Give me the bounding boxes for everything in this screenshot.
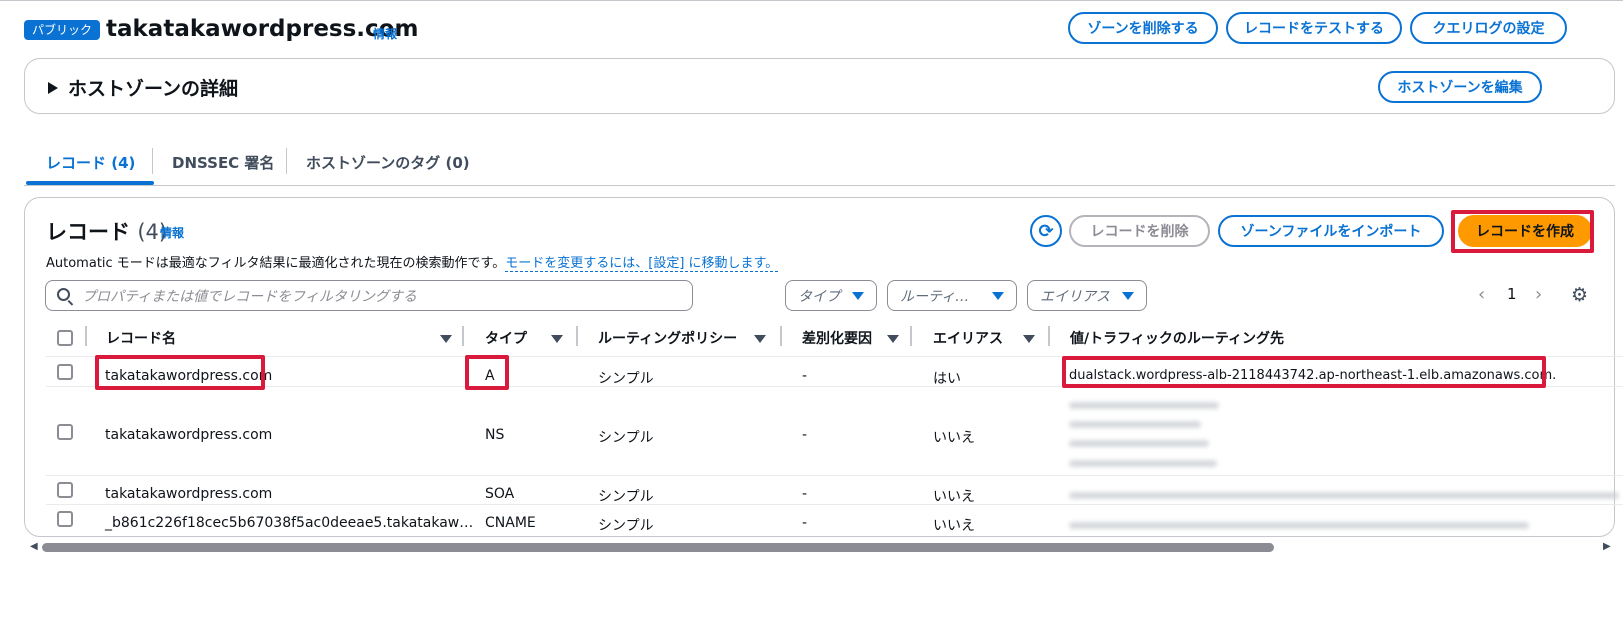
details-panel xyxy=(24,58,1615,114)
records-title-text: レコード xyxy=(46,220,130,244)
record-alias: はい xyxy=(933,371,961,387)
row-divider xyxy=(46,504,1623,505)
column-header-name[interactable]: レコード名 xyxy=(106,328,176,348)
sort-icon[interactable] xyxy=(754,335,766,343)
record-type: NS xyxy=(485,427,505,443)
column-header-differentiator[interactable]: 差別化要因 xyxy=(802,328,872,348)
redacted-value xyxy=(1069,421,1201,428)
column-header-type[interactable]: タイプ xyxy=(485,328,527,348)
sort-icon[interactable] xyxy=(440,335,452,343)
settings-link[interactable]: モードを変更するには、[設定] に移動します。 xyxy=(505,256,779,272)
records-title: レコード (4) xyxy=(46,216,167,246)
search-input[interactable]: プロパティまたは値でレコードをフィルタリングする xyxy=(45,280,693,311)
delete-record-button[interactable]: レコードを削除 xyxy=(1069,215,1210,247)
gear-icon[interactable]: ⚙ xyxy=(1571,284,1588,306)
redacted-value xyxy=(1069,440,1209,447)
type-filter-label: タイプ xyxy=(798,288,840,305)
row-checkbox[interactable] xyxy=(57,482,73,498)
column-divider xyxy=(576,326,578,346)
record-alias: いいえ xyxy=(933,430,975,446)
row-checkbox[interactable] xyxy=(57,424,73,440)
record-alias: いいえ xyxy=(933,489,975,505)
prev-page-icon[interactable]: ‹ xyxy=(1478,284,1485,305)
record-policy: シンプル xyxy=(598,430,654,446)
sort-icon[interactable] xyxy=(887,335,899,343)
caret-down-icon xyxy=(852,292,864,300)
column-divider xyxy=(1048,326,1050,346)
redacted-value xyxy=(1069,522,1529,529)
scroll-right-icon[interactable]: ▶ xyxy=(1603,541,1611,552)
record-alias: いいえ xyxy=(933,518,975,534)
record-type: A xyxy=(485,368,495,384)
details-title[interactable]: ホストゾーンの詳細 xyxy=(68,74,238,101)
routing-filter-dropdown[interactable]: ルーティ… xyxy=(887,280,1017,311)
column-header-policy[interactable]: ルーティングポリシー xyxy=(598,328,737,348)
expand-triangle-icon[interactable] xyxy=(48,82,58,94)
page-number[interactable]: 1 xyxy=(1507,285,1517,303)
alias-filter-dropdown[interactable]: エイリアス xyxy=(1027,280,1147,311)
caret-down-icon xyxy=(1122,292,1134,300)
row-checkbox[interactable] xyxy=(57,364,73,380)
record-name[interactable]: takatakawordpress.com xyxy=(105,368,272,384)
tab-records[interactable]: レコード (4) xyxy=(46,152,135,173)
edit-zone-button[interactable]: ホストゾーンを編集 xyxy=(1378,71,1542,103)
sort-icon[interactable] xyxy=(551,335,563,343)
automatic-mode-text: Automatic モードは最適なフィルタ結果に最適化された現在の検索動作です。… xyxy=(46,252,779,272)
query-log-button[interactable]: クエリログの設定 xyxy=(1410,12,1567,44)
column-divider xyxy=(462,326,464,346)
record-name[interactable]: takatakawordpress.com xyxy=(105,427,272,443)
column-divider xyxy=(910,326,912,346)
tab-dnssec[interactable]: DNSSEC 署名 xyxy=(172,152,274,173)
public-badge: パブリック xyxy=(24,20,101,40)
record-differentiator: - xyxy=(802,427,808,443)
record-differentiator: - xyxy=(802,515,808,531)
import-zone-file-button[interactable]: ゾーンファイルをインポート xyxy=(1218,215,1444,247)
routing-filter-label: ルーティ… xyxy=(900,288,970,305)
sort-icon[interactable] xyxy=(1023,335,1035,343)
automatic-mode-description: Automatic モードは最適なフィルタ結果に最適化された現在の検索動作です。 xyxy=(46,256,506,271)
tabs-baseline xyxy=(24,185,1615,186)
record-type: CNAME xyxy=(485,515,536,531)
zone-info-link[interactable]: 情報 xyxy=(373,25,397,42)
record-value: dualstack.wordpress-alb-2118443742.ap-no… xyxy=(1069,368,1557,383)
header-row-divider xyxy=(46,356,1623,357)
search-icon xyxy=(57,288,70,301)
scroll-left-icon[interactable]: ◀ xyxy=(30,541,38,552)
record-policy: シンプル xyxy=(598,371,654,387)
tab-divider xyxy=(286,148,287,174)
top-border xyxy=(0,0,1623,1)
refresh-icon[interactable]: ⟳ xyxy=(1030,215,1062,247)
record-policy: シンプル xyxy=(598,489,654,505)
record-name[interactable]: _b861c226f18cec5b67038f5ac0deeae5.takata… xyxy=(105,515,473,531)
column-header-value[interactable]: 値/トラフィックのルーティング先 xyxy=(1070,328,1284,348)
record-name[interactable]: takatakawordpress.com xyxy=(105,486,272,502)
record-policy: シンプル xyxy=(598,518,654,534)
horizontal-scrollbar[interactable] xyxy=(42,543,1274,552)
record-differentiator: - xyxy=(802,486,808,502)
redacted-value xyxy=(1069,402,1219,409)
zone-title: takatakawordpress.com xyxy=(106,16,419,42)
record-differentiator: - xyxy=(802,368,808,384)
caret-down-icon xyxy=(992,292,1004,300)
tab-divider xyxy=(152,148,153,174)
redacted-value xyxy=(1069,492,1619,499)
tab-tags[interactable]: ホストゾーンのタグ (0) xyxy=(306,152,470,173)
redacted-value xyxy=(1069,460,1217,467)
type-filter-dropdown[interactable]: タイプ xyxy=(785,280,877,311)
column-header-alias[interactable]: エイリアス xyxy=(933,328,1003,348)
create-record-button[interactable]: レコードを作成 xyxy=(1458,215,1592,247)
row-divider xyxy=(46,386,1623,387)
delete-zone-button[interactable]: ゾーンを削除する xyxy=(1068,12,1218,44)
alias-filter-label: エイリアス xyxy=(1040,288,1110,305)
column-divider xyxy=(85,326,87,346)
row-checkbox[interactable] xyxy=(57,511,73,527)
test-record-button[interactable]: レコードをテストする xyxy=(1226,12,1402,44)
records-info-link[interactable]: 情報 xyxy=(160,224,184,241)
select-all-checkbox[interactable] xyxy=(57,330,73,346)
row-divider xyxy=(46,475,1623,476)
record-type: SOA xyxy=(485,486,515,502)
column-divider xyxy=(780,326,782,346)
active-tab-indicator xyxy=(26,181,154,185)
next-page-icon[interactable]: › xyxy=(1535,284,1542,305)
